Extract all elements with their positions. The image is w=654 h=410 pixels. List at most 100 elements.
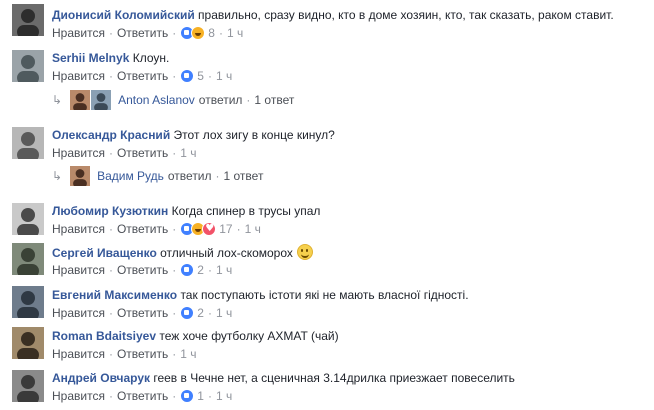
avatar[interactable] [12,50,44,82]
reaction-count: 17 [219,222,233,236]
comment-text: отличный лох-скоморох [160,246,293,260]
comment-body: Serhii Melnyk Клоун. [52,50,169,66]
reply-avatar [91,90,112,110]
avatar[interactable] [12,203,44,235]
reply-link[interactable]: Ответить [117,68,168,84]
separator-dot: · [207,389,212,403]
comment-text: так поступають істоти які не мають власн… [180,288,469,302]
reaction-count: 1 [197,389,204,403]
smile-emoji-icon [296,244,313,260]
separator-dot: · [218,26,223,40]
separator-dot: · [172,26,177,40]
avatar[interactable] [12,327,44,359]
avatar[interactable] [12,286,44,318]
separator-dot: · [108,347,113,361]
comment-author-link[interactable]: Олександр Красний [52,128,170,142]
comment-actions: Нравится · Ответить · 1 ч [52,346,197,362]
reactions-summary[interactable]: 2 [180,305,204,321]
comment-author-link[interactable]: Евгений Максименко [52,288,177,302]
view-replies-link[interactable]: ↳ Anton Aslanov ответил · 1 ответ [52,90,294,110]
comment-timestamp[interactable]: 1 ч [216,68,232,84]
separator-dot: · [108,306,113,320]
like-reaction-icon [180,69,195,83]
reactions-summary[interactable]: 17 [180,221,233,237]
comment-timestamp[interactable]: 1 ч [180,145,196,161]
like-link[interactable]: Нравится [52,305,105,321]
avatar[interactable] [12,127,44,159]
comment-body: Евгений Максименко так поступають істоти… [52,287,469,303]
reply-avatars [70,90,112,110]
comment-timestamp[interactable]: 1 ч [216,388,232,404]
comment-author-link[interactable]: Андрей Овчарук [52,371,150,385]
comment-author-link[interactable]: Roman Bdaitsiyev [52,329,156,343]
reply-verb: ответил [167,169,212,183]
reply-link[interactable]: Ответить [117,305,168,321]
like-link[interactable]: Нравится [52,388,105,404]
separator-dot: · [108,69,113,83]
comment-text: Клоун. [132,51,170,65]
comment-author-link[interactable]: Serhii Melnyk [52,51,129,65]
separator-dot: · [172,146,177,160]
reply-count: 1 ответ [254,93,295,107]
reply-link[interactable]: Ответить [117,221,168,237]
reply-avatar [70,166,91,186]
separator-dot: · [236,222,241,236]
reply-verb: ответил [198,93,243,107]
like-reaction-icon [180,263,195,277]
reply-link[interactable]: Ответить [117,346,168,362]
reactions-summary[interactable]: 2 [180,262,204,278]
avatar[interactable] [12,370,44,402]
comment-timestamp[interactable]: 1 ч [216,262,232,278]
separator-dot: · [172,306,177,320]
like-link[interactable]: Нравится [52,68,105,84]
reaction-count: 5 [197,69,204,83]
comment-author-link[interactable]: Дионисий Коломийский [52,8,195,22]
reactions-summary[interactable]: 8 [180,25,215,41]
comment-body: Любомир Кузюткин Когда спинер в трусы уп… [52,203,320,219]
like-link[interactable]: Нравится [52,25,105,41]
reply-author: Anton Aslanov [118,93,195,107]
comment-text: теж хоче футболку AXMAT (чай) [159,329,339,343]
avatar[interactable] [12,4,44,36]
reply-link[interactable]: Ответить [117,145,168,161]
separator-dot: · [108,26,113,40]
like-link[interactable]: Нравится [52,221,105,237]
reaction-count: 2 [197,263,204,277]
comment-actions: Нравится · Ответить · 2 · 1 ч [52,262,232,278]
comment-timestamp[interactable]: 1 ч [227,25,243,41]
comment-timestamp[interactable]: 1 ч [216,305,232,321]
reply-avatars [70,166,91,186]
comment-author-link[interactable]: Любомир Кузюткин [52,204,168,218]
avatar[interactable] [12,243,44,275]
comment-author-link[interactable]: Сергей Иващенко [52,246,157,260]
comment-actions: Нравится · Ответить · 1 · 1 ч [52,388,232,404]
reply-link[interactable]: Ответить [117,388,168,404]
comment-timestamp[interactable]: 1 ч [245,221,261,237]
comment-body: Сергей Иващенко отличный лох-скоморох [52,244,313,261]
comment-actions: Нравится · Ответить · 8 · 1 ч [52,25,243,41]
comment-timestamp[interactable]: 1 ч [180,346,196,362]
like-link[interactable]: Нравится [52,145,105,161]
like-link[interactable]: Нравится [52,262,105,278]
like-reaction-icon [180,306,195,320]
like-reaction-icon [180,389,195,403]
comment-actions: Нравится·Ответить·17·1 ч [52,221,261,237]
separator-dot: · [246,93,251,107]
reply-count: 1 ответ [223,169,264,183]
like-link[interactable]: Нравится [52,346,105,362]
comment-body: Андрей Овчарук геев в Чечне нет, а сцени… [52,370,515,386]
reply-arrow-icon: ↳ [52,93,63,107]
reply-link[interactable]: Ответить [117,262,168,278]
haha-reaction-icon [191,26,206,40]
separator-dot: · [108,263,113,277]
reply-link[interactable]: Ответить [117,25,168,41]
separator-dot: · [172,389,177,403]
comment-text: Когда спинер в трусы упал [171,204,321,218]
view-replies-link[interactable]: ↳ Вадим Рудь ответил · 1 ответ [52,166,263,186]
comment-text: геев в Чечне нет, а сценичная 3.14дрилка… [153,371,515,385]
comment-actions: Нравится · Ответить · 2 · 1 ч [52,305,232,321]
reactions-summary[interactable]: 1 [180,388,204,404]
comment-text: Этот лох зигу в конце кинул? [173,128,335,142]
reactions-summary[interactable]: 5 [180,68,204,84]
separator-dot: · [207,306,212,320]
